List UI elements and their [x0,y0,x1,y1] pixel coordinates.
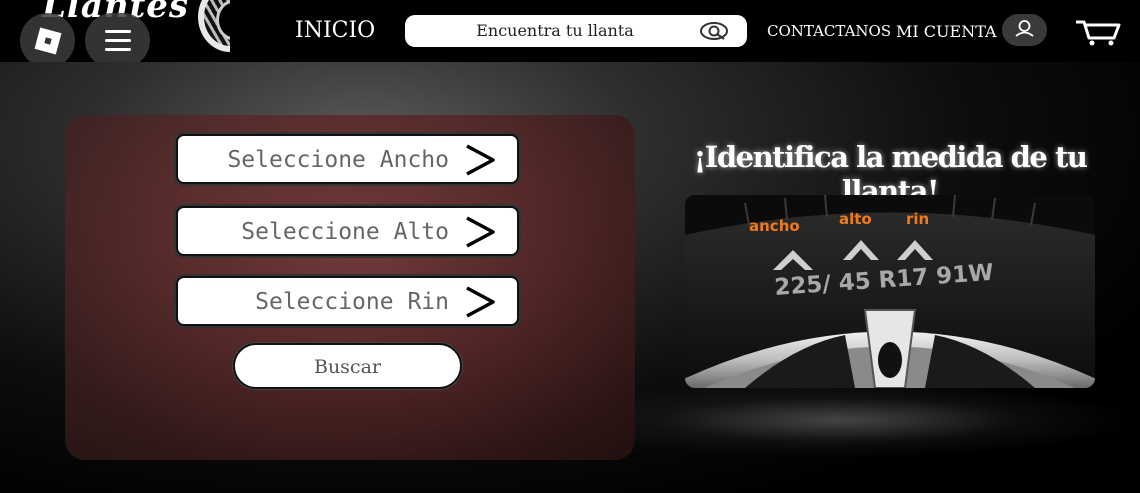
nav-account-link[interactable]: MI CUENTA [896,22,997,41]
nav-inicio-link[interactable]: INICIO [295,18,375,43]
chevron-right-icon [466,286,495,318]
menu-line-icon [104,39,131,42]
roblox-menu-button[interactable] [20,13,75,68]
user-icon [1015,20,1034,37]
buscar-button[interactable]: Buscar [233,343,462,389]
menu-line-icon [104,30,131,33]
menu-line-icon [104,48,131,51]
select-rin[interactable]: Seleccione Rin [176,276,519,326]
select-rin-label: Seleccione Rin [255,289,449,315]
select-ancho[interactable]: Seleccione Ancho [176,134,519,184]
tire-label-ancho: ancho [749,217,800,235]
chevron-right-icon [466,216,495,248]
search-input[interactable]: Encuentra tu llanta [405,21,705,40]
light-streak [560,385,1120,455]
select-alto[interactable]: Seleccione Alto [176,206,519,256]
tire-illustration: ancho alto rin 225/ 45 R17 91W [685,195,1095,388]
search-icon[interactable] [699,21,729,41]
hamburger-menu-button[interactable] [85,13,150,68]
tire-label-rin: rin [906,210,929,228]
search-panel: Seleccione Ancho Seleccione Alto Selecci… [65,115,635,460]
nav-contact-link[interactable]: CONTACTANOS [767,22,891,40]
tire-label-alto: alto [839,210,872,228]
tire-size-image: ancho alto rin 225/ 45 R17 91W [685,195,1095,388]
cart-icon[interactable] [1074,16,1122,46]
select-ancho-label: Seleccione Ancho [227,147,449,173]
chevron-right-icon [466,144,495,176]
select-alto-label: Seleccione Alto [241,219,449,245]
logo-tire-icon [198,0,230,52]
roblox-icon [34,27,61,54]
search-bar[interactable]: Encuentra tu llanta [405,15,747,47]
user-button[interactable] [1002,14,1047,46]
